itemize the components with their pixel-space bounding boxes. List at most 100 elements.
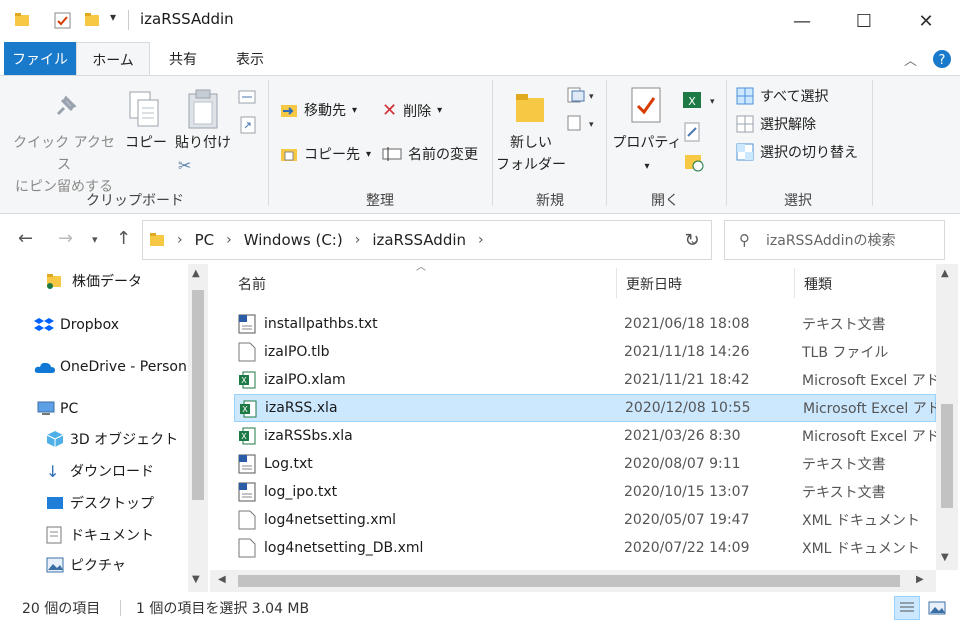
group-separator (726, 80, 727, 206)
help-icon[interactable]: ? (932, 49, 952, 69)
file-row-selected[interactable]: X izaRSS.xla 2020/12/08 10:55 Microsoft … (234, 394, 937, 422)
nav-item-pictures[interactable]: ピクチャ (46, 550, 126, 580)
search-input[interactable]: ⚲ izaRSSAddinの検索 (724, 220, 945, 260)
file-row[interactable]: izaIPO.tlb 2021/11/18 14:26 TLB ファイル (234, 338, 936, 366)
details-view-button[interactable] (894, 596, 920, 620)
tab-view[interactable]: 表示 (216, 42, 284, 76)
select-all-button[interactable]: すべて選択 (736, 86, 828, 106)
chevron-right-icon[interactable]: › (355, 232, 361, 248)
svg-text:X: X (242, 405, 248, 414)
copy-path-icon[interactable] (238, 90, 256, 104)
new-folder-button[interactable]: 新しい フォルダー (496, 132, 566, 176)
nav-scrollbar[interactable]: ▲ ▼ (188, 264, 208, 592)
scroll-up-icon[interactable]: ▲ (192, 268, 200, 279)
file-row[interactable]: log4netsetting_DB.xml 2020/07/22 14:09 X… (234, 534, 936, 562)
properties-button[interactable]: プロパティ ▾ (612, 132, 682, 178)
tab-home[interactable]: ホーム (76, 42, 150, 76)
select-none-icon (736, 115, 754, 133)
delete-icon: ✕ (382, 100, 398, 121)
file-row[interactable]: installpathbs.txt 2021/06/18 18:08 テキスト文… (234, 310, 936, 338)
nav-item-stock-data[interactable]: 株価データ (46, 266, 142, 296)
large-icons-view-button[interactable] (924, 596, 950, 620)
details-view-icon (900, 602, 914, 612)
search-placeholder: izaRSSAddinの検索 (766, 233, 896, 249)
paste-shortcut-icon[interactable] (240, 116, 256, 134)
select-all-icon (736, 87, 754, 105)
nav-item-onedrive[interactable]: OneDrive - Person (34, 352, 187, 382)
new-item-icon[interactable]: ▾ (566, 86, 594, 104)
invert-selection-button[interactable]: 選択の切り替え (736, 142, 858, 162)
file-list-horizontal-scrollbar[interactable]: ◀ ▶ (210, 570, 936, 592)
scroll-up-icon[interactable]: ▲ (941, 268, 949, 279)
file-row[interactable]: X izaIPO.xlam 2021/11/21 18:42 Microsoft… (234, 366, 936, 394)
up-icon[interactable]: ↑ (116, 228, 131, 249)
paste-icon (188, 89, 218, 129)
nav-item-documents[interactable]: ドキュメント (46, 520, 154, 550)
column-header-type[interactable]: 種類 (804, 264, 832, 304)
column-divider[interactable] (616, 268, 617, 298)
scroll-down-icon[interactable]: ▼ (941, 552, 949, 563)
svg-text:X: X (241, 376, 247, 385)
tab-file[interactable]: ファイル (4, 42, 76, 76)
customize-toolbar-icon[interactable]: ▾ (110, 10, 116, 24)
maximize-button[interactable]: ☐ (836, 0, 892, 42)
address-bar[interactable]: › PC › Windows (C:) › izaRSSAddin › ⌄ (142, 220, 712, 260)
breadcrumb-drive[interactable]: Windows (C:) (244, 231, 343, 249)
file-row[interactable]: log4netsetting.xml 2020/05/07 19:47 XML … (234, 506, 936, 534)
file-row[interactable]: log_ipo.txt 2020/10/15 13:07 テキスト文書 (234, 478, 936, 506)
pc-icon (37, 401, 55, 415)
column-divider[interactable] (794, 268, 795, 298)
properties-icon[interactable] (54, 12, 72, 30)
copy-to-button[interactable]: コピー先 ▾ (280, 144, 371, 164)
scroll-right-icon[interactable]: ▶ (916, 574, 924, 585)
close-button[interactable]: ✕ (898, 0, 954, 42)
ribbon-tabs: ファイル ホーム 共有 表示 ︿ ? (0, 42, 960, 76)
breadcrumb-folder[interactable]: izaRSSAddin (372, 231, 466, 249)
file-list: ︿ 名前 更新日時 種類 installpathbs.txt 2021/06/1… (210, 262, 960, 592)
pin-quick-access-button[interactable]: クイック アクセス にピン留めする (8, 132, 120, 198)
svg-text:▾: ▾ (589, 92, 594, 102)
scissors-icon[interactable]: ✂ (178, 156, 191, 175)
scroll-thumb[interactable] (192, 290, 204, 500)
delete-button[interactable]: ✕ 削除 ▾ (382, 100, 442, 121)
history-icon[interactable] (684, 152, 704, 172)
folder-icon (150, 233, 164, 246)
move-to-button[interactable]: 移動先 ▾ (280, 100, 357, 120)
scroll-left-icon[interactable]: ◀ (218, 574, 226, 585)
file-row[interactable]: Log.txt 2020/08/07 9:11 テキスト文書 (234, 450, 936, 478)
minimize-button[interactable]: — (774, 0, 830, 42)
column-header-date[interactable]: 更新日時 (626, 264, 682, 304)
refresh-button[interactable]: ↻ (672, 220, 712, 260)
back-icon[interactable]: ← (18, 228, 33, 249)
easy-access-icon[interactable]: ▾ (566, 114, 594, 132)
nav-item-pc[interactable]: PC (36, 394, 78, 424)
file-row[interactable]: X izaRSSbs.xla 2021/03/26 8:30 Microsoft… (234, 422, 936, 450)
rename-icon (382, 147, 402, 161)
select-none-button[interactable]: 選択解除 (736, 114, 816, 134)
copy-button[interactable]: コピー (122, 132, 170, 154)
chevron-right-icon[interactable]: › (478, 232, 484, 248)
breadcrumb-pc[interactable]: PC (195, 231, 215, 249)
rename-button[interactable]: 名前の変更 (382, 144, 478, 164)
open-excel-icon[interactable]: X ▾ (682, 90, 716, 110)
scroll-down-icon[interactable]: ▼ (192, 574, 200, 585)
collapse-ribbon-icon[interactable]: ︿ (904, 50, 917, 69)
edit-icon[interactable] (684, 122, 702, 142)
nav-item-desktop[interactable]: デスクトップ (46, 488, 154, 518)
new-folder-icon[interactable] (84, 12, 100, 28)
nav-item-downloads[interactable]: ↓ ダウンロード (46, 456, 154, 486)
scroll-thumb[interactable] (238, 575, 900, 587)
svg-text:?: ? (939, 53, 946, 68)
recent-locations-icon[interactable]: ▾ (92, 233, 98, 246)
tab-share[interactable]: 共有 (150, 42, 216, 76)
nav-item-dropbox[interactable]: Dropbox (34, 310, 119, 340)
forward-icon[interactable]: → (58, 228, 73, 249)
column-header-name[interactable]: 名前 (238, 264, 266, 304)
nav-item-3d-objects[interactable]: 3D オブジェクト (46, 424, 178, 454)
organize-group-label: 整理 (366, 193, 394, 209)
paste-button[interactable]: 貼り付け (172, 132, 234, 154)
file-list-vertical-scrollbar[interactable]: ▲ ▼ (936, 264, 958, 570)
chevron-right-icon[interactable]: › (226, 232, 232, 248)
excel-file-icon: X (239, 427, 256, 445)
scroll-thumb[interactable] (941, 404, 953, 508)
